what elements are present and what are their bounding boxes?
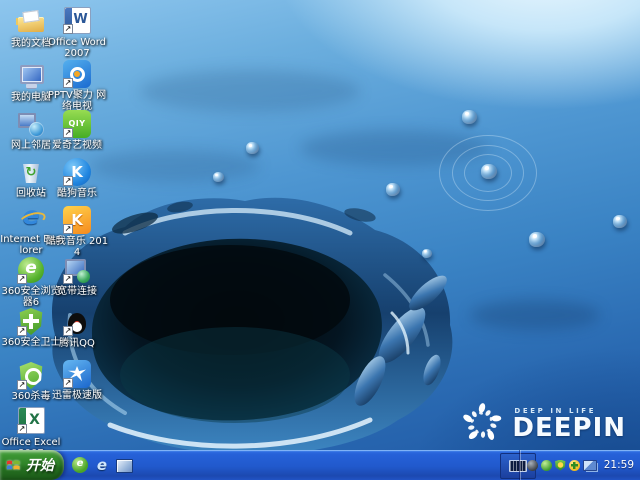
- deepin-name: DEEPIN: [512, 412, 626, 443]
- taskbar-clock[interactable]: 21:59: [604, 459, 634, 471]
- icon-kuwo-music[interactable]: 酷我音乐 2014: [44, 206, 110, 258]
- icon-label: 酷我音乐 2014: [45, 236, 109, 258]
- wallpaper-shade: [90, 150, 260, 182]
- tray-green-app-icon[interactable]: [540, 459, 552, 471]
- shortcut-arrow-icon: [63, 378, 73, 388]
- 360-antivirus-tray-icon[interactable]: [568, 459, 580, 471]
- shortcut-arrow-icon: [17, 274, 27, 284]
- deepin-swirl-icon: [463, 403, 502, 440]
- quick-launch-internet-explorer-icon[interactable]: [94, 456, 110, 474]
- shortcut-arrow-icon: [63, 326, 73, 336]
- network-places-icon: [17, 110, 45, 138]
- icon-label: Office Word 2007: [47, 37, 107, 59]
- wallpaper-shade: [470, 300, 600, 330]
- shortcut-arrow-icon: [63, 24, 73, 34]
- shortcut-arrow-icon: [63, 176, 73, 186]
- icon-label: 迅雷极速版: [52, 390, 102, 401]
- tray-app-icon[interactable]: [526, 459, 538, 471]
- icon-broadband-connection[interactable]: 宽带连接: [44, 256, 110, 297]
- desktop-screen: DEEP IN LIFE DEEPIN 我的文档 我的电脑 网上邻居 回收站 I…: [0, 0, 640, 480]
- shortcut-arrow-icon: [63, 274, 73, 284]
- icon-label: 腾讯QQ: [59, 338, 95, 349]
- icon-tencent-qq[interactable]: 腾讯QQ: [44, 308, 110, 349]
- windows-logo-icon: [6, 459, 20, 470]
- start-button[interactable]: 开始: [0, 450, 64, 480]
- water-droplet: [246, 142, 259, 154]
- recycle-bin-icon: [17, 158, 45, 186]
- icon-label: 酷狗音乐: [57, 188, 97, 199]
- network-tray-icon[interactable]: [582, 460, 597, 471]
- icon-label: PPTV聚力 网络电视: [47, 90, 107, 112]
- taskbar: 开始 21:59: [0, 450, 640, 480]
- icon-kugou-music[interactable]: 酷狗音乐: [44, 158, 110, 199]
- shortcut-arrow-icon: [63, 128, 73, 138]
- shortcut-arrow-icon: [17, 326, 27, 336]
- icon-label: 宽带连接: [57, 286, 97, 297]
- my-computer-icon: [17, 62, 45, 90]
- shortcut-arrow-icon: [63, 224, 73, 234]
- my-documents-icon: [17, 8, 45, 36]
- icon-pptv[interactable]: PPTV聚力 网络电视: [44, 60, 110, 112]
- icon-office-word[interactable]: Office Word 2007: [44, 6, 110, 59]
- quick-launch-bar: [72, 450, 133, 480]
- 360-shield-tray-icon[interactable]: [555, 459, 566, 471]
- water-droplet: [613, 215, 627, 228]
- show-desktop-icon[interactable]: [116, 459, 133, 473]
- water-droplet: [213, 172, 224, 182]
- wallpaper-shade: [140, 70, 360, 112]
- icon-thunder[interactable]: 迅雷极速版: [44, 360, 110, 401]
- quick-launch-360-browser-icon[interactable]: [72, 457, 88, 473]
- water-droplet: [462, 110, 477, 124]
- internet-explorer-icon: [17, 202, 45, 232]
- water-droplet: [529, 232, 545, 247]
- shortcut-arrow-icon: [63, 78, 73, 88]
- start-button-label: 开始: [26, 458, 54, 474]
- shortcut-arrow-icon: [17, 380, 27, 390]
- shortcut-arrow-icon: [17, 424, 27, 434]
- system-tray: 21:59: [520, 450, 640, 480]
- deepin-logo: DEEP IN LIFE DEEPIN: [461, 400, 626, 446]
- deepin-wordmark: DEEP IN LIFE DEEPIN: [512, 407, 626, 443]
- icon-iqiyi[interactable]: 爱奇艺视频: [44, 110, 110, 151]
- icon-label: 爱奇艺视频: [52, 140, 102, 151]
- icon-label: 回收站: [16, 188, 46, 199]
